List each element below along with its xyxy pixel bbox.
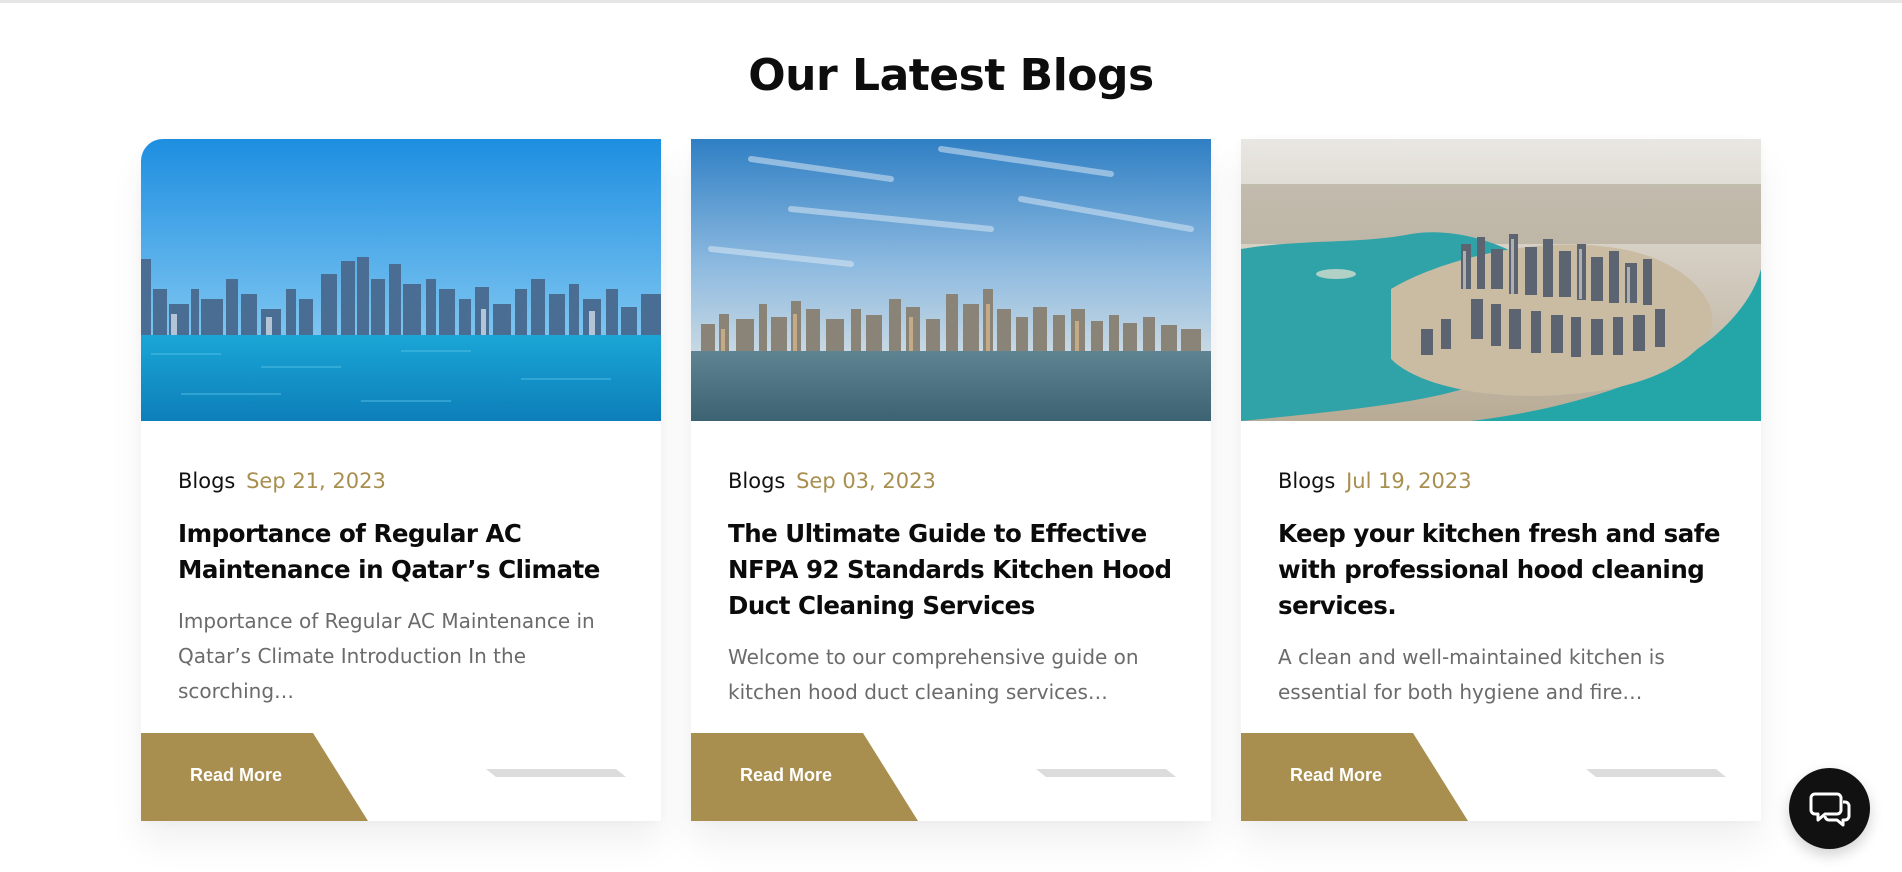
post-meta: Blogs Sep 03, 2023 bbox=[728, 469, 936, 493]
post-category[interactable]: Blogs bbox=[728, 469, 785, 493]
read-more-button[interactable]: Read More bbox=[141, 733, 368, 821]
read-more-label: Read More bbox=[190, 765, 283, 785]
post-date: Sep 21, 2023 bbox=[246, 469, 386, 493]
card-decoration bbox=[1586, 769, 1726, 777]
read-more-label: Read More bbox=[1290, 765, 1383, 785]
blog-card: Blogs Sep 21, 2023 Importance of Regular… bbox=[141, 139, 661, 821]
post-meta: Blogs Jul 19, 2023 bbox=[1278, 469, 1472, 493]
post-excerpt: Importance of Regular AC Maintenance in … bbox=[178, 609, 595, 703]
section-title: Our Latest Blogs bbox=[748, 50, 1154, 101]
post-date: Sep 03, 2023 bbox=[796, 469, 936, 493]
post-category[interactable]: Blogs bbox=[1278, 469, 1335, 493]
card-decoration bbox=[486, 769, 626, 777]
post-date: Jul 19, 2023 bbox=[1346, 469, 1472, 493]
blog-card-image[interactable] bbox=[1241, 139, 1761, 421]
post-meta: Blogs Sep 21, 2023 bbox=[178, 469, 386, 493]
read-more-button[interactable]: Read More bbox=[691, 733, 918, 821]
post-excerpt: Welcome to our comprehensive guide on ki… bbox=[728, 645, 1139, 704]
chat-button[interactable] bbox=[1789, 768, 1870, 849]
blog-card: Blogs Jul 19, 2023 Keep your kitchen fre… bbox=[1241, 139, 1761, 821]
post-title[interactable]: Importance of Regular AC Maintenance in … bbox=[178, 516, 638, 588]
post-category[interactable]: Blogs bbox=[178, 469, 235, 493]
read-more-button[interactable]: Read More bbox=[1241, 733, 1468, 821]
top-divider bbox=[0, 0, 1902, 3]
blog-card-image[interactable] bbox=[141, 139, 661, 421]
post-excerpt: A clean and well-maintained kitchen is e… bbox=[1278, 645, 1665, 704]
blog-card-image[interactable] bbox=[691, 139, 1211, 421]
read-more-label: Read More bbox=[740, 765, 833, 785]
chat-bubbles-icon bbox=[1809, 792, 1850, 826]
blog-cards: Blogs Sep 21, 2023 Importance of Regular… bbox=[141, 139, 1761, 829]
card-decoration bbox=[1036, 769, 1176, 777]
blog-card: Blogs Sep 03, 2023 The Ultimate Guide to… bbox=[691, 139, 1211, 821]
post-title[interactable]: The Ultimate Guide to Effective NFPA 92 … bbox=[728, 516, 1188, 624]
post-title[interactable]: Keep your kitchen fresh and safe with pr… bbox=[1278, 516, 1738, 624]
